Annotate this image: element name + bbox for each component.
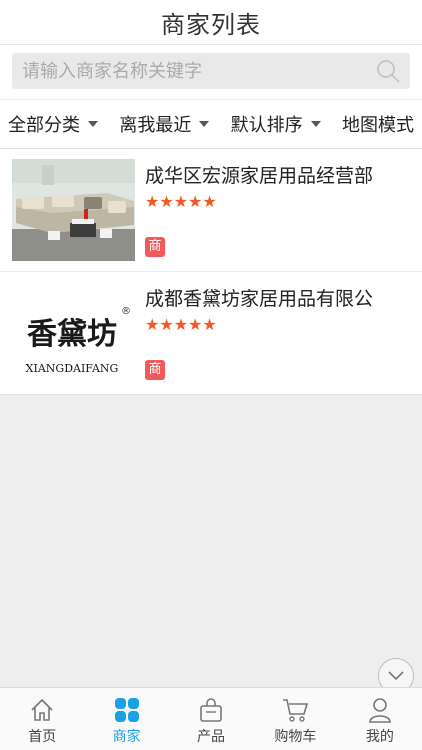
search-icon[interactable] <box>374 57 402 85</box>
filter-map-mode[interactable]: 地图模式 <box>342 111 414 137</box>
caret-down-icon <box>88 121 98 127</box>
merchant-list: 成华区宏源家居用品经营部 ★★★★★ 商 香黛坊 ® XIANGDAIFANG … <box>0 149 422 395</box>
search-input[interactable] <box>20 59 374 83</box>
merchant-thumbnail-sofa <box>12 159 135 261</box>
merchant-name: 成都香黛坊家居用品有限公 <box>145 288 374 310</box>
logo-caption: XIANGDAIFANG <box>26 362 119 375</box>
search-box[interactable] <box>12 53 410 89</box>
tab-home[interactable]: 首页 <box>0 688 84 750</box>
grid-icon <box>113 696 141 724</box>
filter-category-label: 全部分类 <box>8 115 80 136</box>
tab-products[interactable]: 产品 <box>169 688 253 750</box>
rating-stars: ★★★★★ <box>145 192 217 211</box>
home-icon <box>28 696 56 724</box>
filter-distance[interactable]: 离我最近 <box>119 111 210 137</box>
page-title: 商家列表 <box>161 10 261 39</box>
registered-mark: ® <box>121 306 131 317</box>
merchant-badge: 商 <box>145 237 165 257</box>
merchant-item[interactable]: 香黛坊 ® XIANGDAIFANG 成都香黛坊家居用品有限公 ★★★★★ 商 <box>0 271 422 394</box>
merchant-badge: 商 <box>145 360 165 380</box>
tab-merchants[interactable]: 商家 <box>84 688 168 750</box>
chevron-down-icon <box>388 671 404 681</box>
tab-merchants-label: 商家 <box>112 729 141 745</box>
merchant-info: 成华区宏源家居用品经营部 ★★★★★ 商 <box>145 159 410 261</box>
bottom-tab-bar: 首页 商家 产品 购物车 我的 <box>0 687 422 750</box>
tab-cart-label: 购物车 <box>274 729 317 745</box>
caret-down-icon <box>310 121 321 127</box>
tab-profile-label: 我的 <box>365 729 394 745</box>
tab-cart[interactable]: 购物车 <box>253 688 337 750</box>
tab-profile[interactable]: 我的 <box>338 688 422 750</box>
cart-icon <box>281 696 309 724</box>
bag-icon <box>197 696 225 724</box>
tab-home-label: 首页 <box>28 729 57 745</box>
filter-bar: 全部分类 离我最近 默认排序 地图模式 <box>0 99 422 149</box>
filter-sort-label: 默认排序 <box>230 115 303 136</box>
filter-map-mode-label: 地图模式 <box>341 115 414 136</box>
search-bar <box>0 45 422 99</box>
logo-text: 香黛坊 <box>27 317 117 352</box>
filter-sort[interactable]: 默认排序 <box>231 111 321 137</box>
user-icon <box>366 696 394 724</box>
merchant-info: 成都香黛坊家居用品有限公 ★★★★★ 商 <box>145 282 410 384</box>
merchant-item[interactable]: 成华区宏源家居用品经营部 ★★★★★ 商 <box>0 149 422 271</box>
caret-down-icon <box>199 121 210 127</box>
merchant-thumbnail-logo: 香黛坊 ® XIANGDAIFANG <box>12 282 135 384</box>
rating-stars: ★★★★★ <box>145 315 217 334</box>
merchant-name: 成华区宏源家居用品经营部 <box>145 165 374 187</box>
header-bar: 商家列表 <box>0 0 422 45</box>
filter-distance-label: 离我最近 <box>119 115 192 136</box>
filter-category[interactable]: 全部分类 <box>8 111 98 137</box>
tab-products-label: 产品 <box>197 729 226 745</box>
